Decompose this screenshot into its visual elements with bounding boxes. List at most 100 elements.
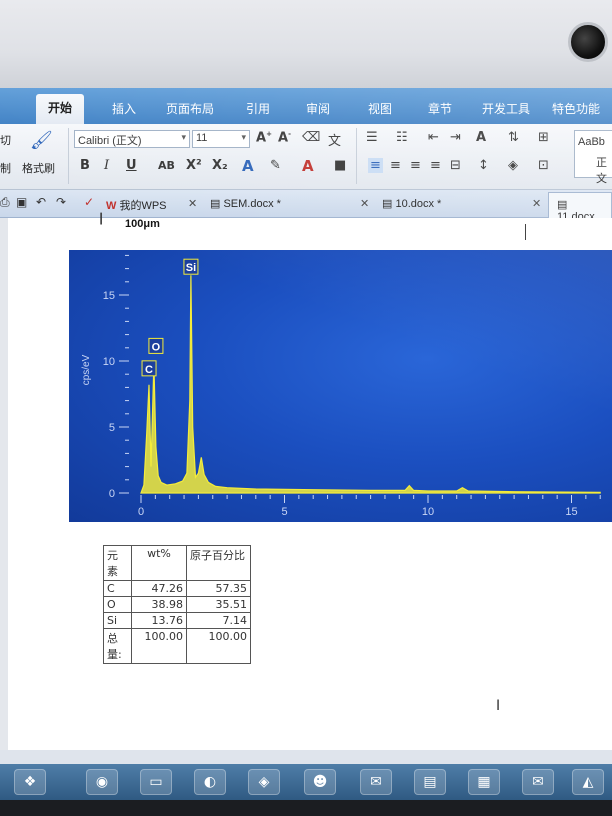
tab-home[interactable]: 开始 — [36, 94, 85, 124]
doc-tab-my-wps[interactable]: W 我的WPS — [106, 197, 167, 213]
x-tick-label: 10 — [422, 506, 434, 518]
align-left-icon[interactable]: ≡ — [368, 158, 383, 173]
table-header-row: 元素 wt% 原子百分比 — [103, 545, 251, 581]
monitor-bezel-bottom — [0, 800, 612, 816]
cell-wt: 47.26 — [131, 580, 187, 597]
mail-icon[interactable]: ✉ — [522, 769, 554, 795]
table-row: O 38.98 35.51 — [103, 596, 251, 613]
bold-icon[interactable]: B — [80, 158, 90, 173]
tab-stop-marker: ┃ — [98, 214, 105, 225]
qq-icon[interactable]: ☻ — [304, 769, 336, 795]
font-color-icon[interactable]: A — [302, 157, 314, 175]
cell-element: O — [103, 596, 132, 613]
pdf-icon[interactable]: ◭ — [572, 769, 604, 795]
shading-icon[interactable]: ◈ — [508, 158, 518, 173]
pin-icon[interactable]: ✓ — [84, 195, 94, 209]
folder-icon[interactable]: ▭ — [140, 769, 172, 795]
peak-label: Si — [186, 262, 196, 274]
shrink-font-icon[interactable]: A- — [278, 130, 291, 145]
tab-page-layout[interactable]: 页面布局 — [166, 100, 214, 117]
subscript-icon[interactable]: X₂ — [212, 158, 228, 173]
cell-element: Si — [103, 612, 132, 629]
save-icon[interactable]: ▣ — [16, 195, 27, 209]
y-tick-label: 15 — [103, 290, 115, 302]
font-name-value: Calibri (正文) — [78, 135, 142, 147]
y-tick-label: 10 — [103, 356, 115, 368]
header-element: 元素 — [103, 545, 132, 581]
strikethrough-icon[interactable]: AB — [158, 159, 175, 172]
spectrum-series — [140, 275, 601, 494]
document-icon: ▤ — [210, 198, 221, 210]
text-effects-icon[interactable]: A — [242, 157, 254, 175]
font-size-tool-icon[interactable]: A — [476, 130, 486, 145]
sort-icon[interactable]: ⇅ — [508, 130, 519, 145]
y-tick-label: 0 — [109, 488, 115, 500]
doc-tab-label: 10.docx * — [395, 198, 442, 210]
superscript-icon[interactable]: X² — [186, 158, 202, 173]
tab-references[interactable]: 引用 — [246, 100, 270, 117]
app-icon[interactable]: ✉ — [360, 769, 392, 795]
tab-insert[interactable]: 插入 — [112, 100, 136, 117]
browser-icon[interactable]: ◉ — [86, 769, 118, 795]
line-spacing-icon[interactable]: ↕ — [478, 158, 489, 173]
x-tick-label: 5 — [281, 506, 287, 518]
redo-icon[interactable]: ↷ — [56, 195, 66, 209]
cell-wt: 13.76 — [131, 612, 187, 629]
tab-special-features[interactable]: 特色功能 — [552, 100, 600, 117]
font-size-value: 11 — [196, 132, 208, 144]
eds-spectrum-image[interactable]: 0 5 10 15 cps/eV 0 5 10 15 Si O C — [69, 250, 612, 522]
doc-tab-10[interactable]: ▤ 10.docx * — [382, 197, 441, 210]
cut-button[interactable]: 切 — [0, 132, 11, 148]
document-area[interactable]: ┃ 100μm 0 5 10 15 cps/eV 0 5 10 15 Si O C 元素 wt% 原子… — [0, 214, 612, 750]
app-icon[interactable]: ◈ — [248, 769, 280, 795]
tab-sections[interactable]: 章节 — [428, 100, 452, 117]
cell-atomic: 35.51 — [186, 596, 251, 613]
format-painter-button[interactable]: 格式刷 — [22, 160, 55, 176]
tab-developer[interactable]: 开发工具 — [482, 100, 530, 117]
decrease-indent-icon[interactable]: ⇤ — [428, 130, 439, 145]
bullet-list-icon[interactable]: ☰ — [366, 130, 378, 145]
numbered-list-icon[interactable]: ☷ — [396, 130, 408, 145]
doc-tab-sem[interactable]: ▤ SEM.docx * — [210, 197, 281, 210]
undo-icon[interactable]: ↶ — [36, 195, 46, 209]
style-normal-preview[interactable]: AaBb 正文 — [574, 130, 612, 185]
grow-font-icon[interactable]: A+ — [256, 130, 272, 145]
style-sample: AaBb — [578, 136, 605, 148]
borders-icon[interactable]: ⊡ — [538, 158, 549, 173]
align-right-icon[interactable]: ≡ — [410, 158, 421, 173]
distribute-icon[interactable]: ⊟ — [450, 158, 461, 173]
table-icon[interactable]: ⊞ — [538, 130, 549, 145]
y-tick-label: 5 — [109, 422, 115, 434]
mouse-ibeam-cursor: I — [496, 698, 501, 714]
underline-icon[interactable]: U — [126, 158, 137, 173]
start-icon[interactable]: ❖ — [14, 769, 46, 795]
tab-review[interactable]: 审阅 — [306, 100, 330, 117]
app-icon[interactable]: ▦ — [468, 769, 500, 795]
italic-icon[interactable]: I — [104, 158, 109, 173]
table-row: C 47.26 57.35 — [103, 580, 251, 597]
font-size-combo[interactable]: 11 ▾ — [192, 130, 250, 148]
phonetic-guide-icon[interactable]: 文 — [328, 130, 341, 149]
doc-tab-11[interactable]: ▤ 11.docx — [548, 192, 612, 223]
close-icon[interactable]: ✕ — [188, 197, 197, 210]
align-center-icon[interactable]: ≡ — [390, 158, 401, 173]
document-tab-bar: ⎙ ▣ ↶ ↷ ✓ W 我的WPS ✕ ▤ SEM.docx * ✕ ▤ 10.… — [0, 190, 612, 223]
highlight-icon[interactable]: ✎ — [270, 158, 281, 173]
taskbar: ❖ ◉ ▭ ◐ ◈ ☻ ✉ ▤ ▦ ✉ ◭ — [0, 764, 612, 800]
spectrum-plot: 0 5 10 15 cps/eV 0 5 10 15 Si OC — [81, 254, 601, 518]
print-icon[interactable]: ⎙ — [0, 195, 10, 210]
chat-icon[interactable]: ▤ — [414, 769, 446, 795]
justify-icon[interactable]: ≡ — [430, 158, 441, 173]
tab-view[interactable]: 视图 — [368, 100, 392, 117]
increase-indent-icon[interactable]: ⇥ — [450, 130, 461, 145]
copy-button[interactable]: 制 — [0, 160, 11, 176]
char-shading-icon[interactable]: ■ — [334, 158, 346, 173]
y-axis-label: cps/eV — [81, 354, 92, 385]
app-icon[interactable]: ◐ — [194, 769, 226, 795]
document-page[interactable]: ┃ 100μm 0 5 10 15 cps/eV 0 5 10 15 Si O C 元素 wt% 原子… — [8, 214, 612, 750]
close-icon[interactable]: ✕ — [532, 197, 541, 210]
close-icon[interactable]: ✕ — [360, 197, 369, 210]
format-painter-icon[interactable]: 🖌 — [30, 130, 53, 151]
font-name-combo[interactable]: Calibri (正文) ▾ — [74, 130, 190, 148]
clear-format-icon[interactable]: ⌫ — [302, 130, 320, 145]
